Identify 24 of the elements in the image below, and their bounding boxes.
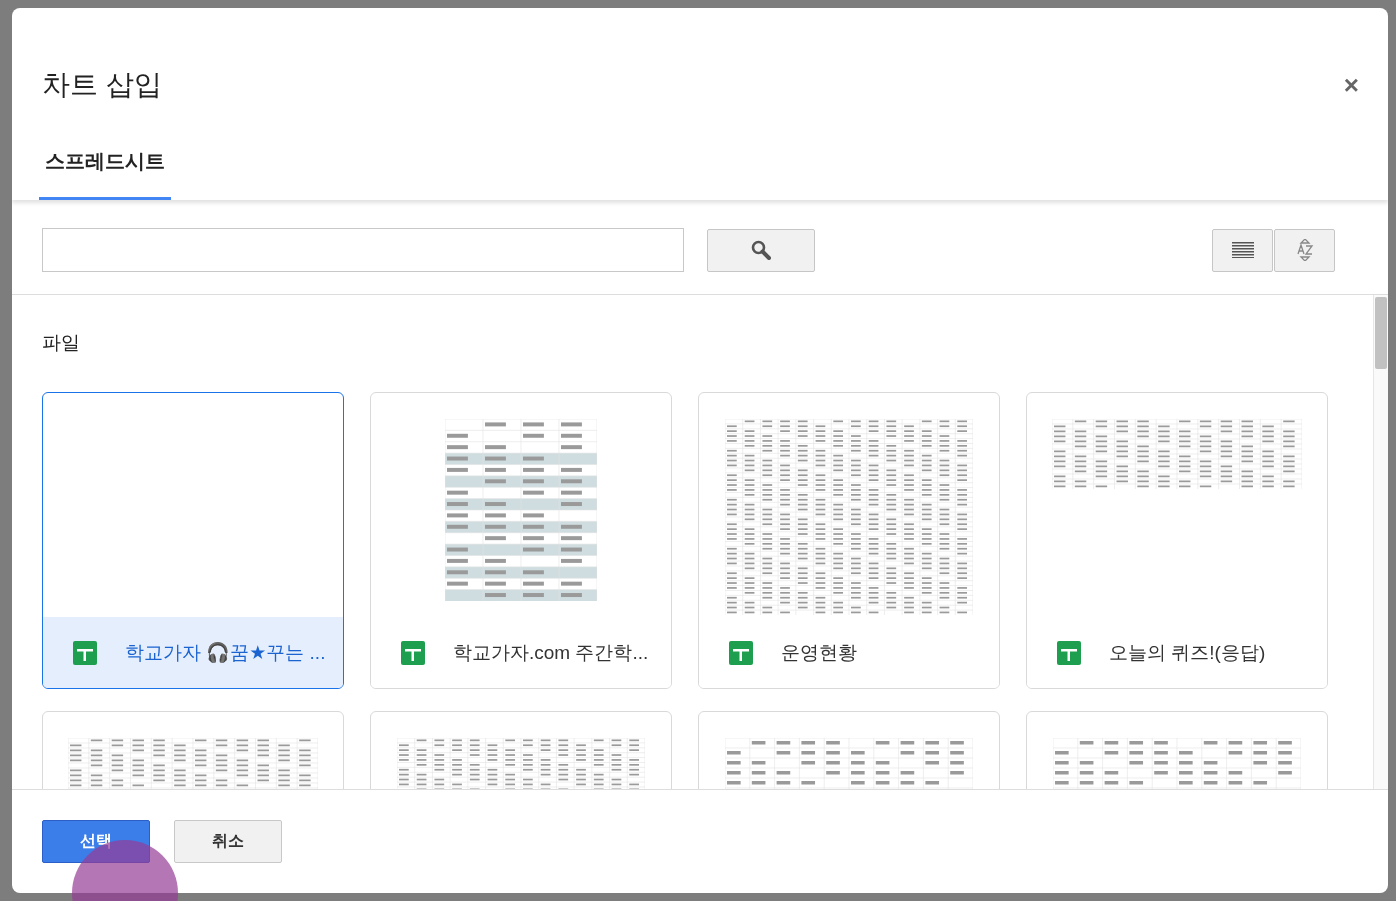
file-card[interactable]: 학교가자.com 주간학... (370, 392, 672, 689)
scrollbar[interactable] (1373, 295, 1388, 789)
list-icon (1231, 242, 1254, 258)
spreadsheet-icon (729, 640, 753, 665)
file-name: 운영현황 (781, 640, 857, 665)
file-name: 학교가자 🎧꿈★꾸는 ... (125, 640, 326, 665)
section-title: 파일 (42, 331, 81, 355)
file-name: 학교가자.com 주간학... (453, 640, 649, 665)
cancel-button[interactable]: 취소 (174, 820, 282, 863)
search-field[interactable] (42, 228, 684, 272)
file-card[interactable]: 학교가자 🎧꿈★꾸는 ... (42, 392, 344, 689)
sort-icon (1294, 239, 1315, 261)
spreadsheet-icon (1057, 640, 1081, 665)
tab[interactable]: 스프레드시트 (39, 148, 171, 200)
list-view-button[interactable] (1212, 228, 1273, 272)
search-icon (751, 240, 771, 260)
spreadsheet-icon (73, 640, 97, 665)
file-card[interactable]: 운영현황 (698, 392, 1000, 689)
close-button[interactable]: × (1343, 69, 1359, 101)
file-name: 오늘의 퀴즈!(응답) (1109, 640, 1266, 665)
file-card[interactable]: 오늘의 퀴즈!(응답) (1026, 392, 1328, 689)
dialog-title: 차트 삽입 (42, 68, 162, 102)
search-button[interactable] (707, 228, 815, 272)
spreadsheet-icon (401, 640, 425, 665)
